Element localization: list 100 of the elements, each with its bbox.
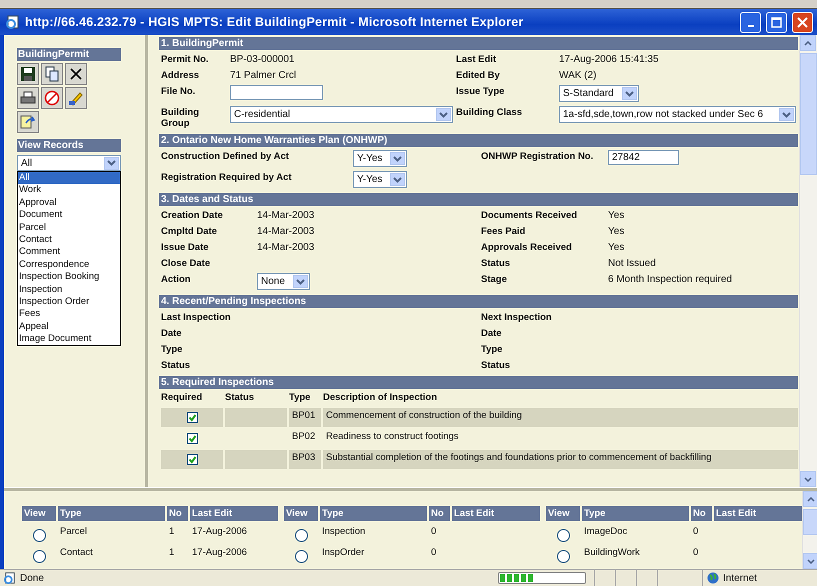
field-value: Yes bbox=[608, 209, 626, 221]
radio-button[interactable] bbox=[295, 550, 308, 563]
field-value: BP-03-000001 bbox=[230, 53, 296, 65]
dropdown-option[interactable]: Inspection Booking bbox=[18, 271, 120, 284]
dropdown-option[interactable]: Fees bbox=[18, 308, 120, 321]
table-cell-text: Inspection bbox=[321, 526, 366, 539]
scrollbar[interactable] bbox=[799, 35, 817, 487]
text-field[interactable] bbox=[230, 85, 323, 100]
field-label: Building Group bbox=[161, 106, 200, 129]
pencil-icon[interactable] bbox=[65, 87, 87, 109]
field-value: Not Issued bbox=[608, 257, 657, 269]
dropdown[interactable]: Y-Yes bbox=[353, 150, 408, 167]
column-header: Required bbox=[161, 392, 204, 405]
table-cell: BP01 bbox=[289, 408, 321, 427]
column-header: View bbox=[22, 506, 56, 521]
dropdown[interactable]: Y-Yes bbox=[353, 171, 408, 188]
field-label: Fees Paid bbox=[481, 225, 526, 237]
table-cell bbox=[225, 450, 287, 469]
field-label: Edited By bbox=[456, 69, 501, 81]
dropdown-option[interactable]: Inspection Order bbox=[18, 296, 120, 308]
status-text: Done bbox=[20, 572, 44, 584]
table-cell-text: Contact bbox=[59, 547, 94, 560]
dropdown-option[interactable]: Approval bbox=[18, 196, 120, 210]
text-field[interactable]: 27842 bbox=[608, 150, 679, 165]
table-cell-text: 0 bbox=[692, 526, 700, 539]
dropdown-option[interactable]: Contact bbox=[18, 234, 120, 246]
field-label: Address bbox=[161, 69, 200, 81]
dropdown-option[interactable]: Inspection bbox=[18, 284, 120, 296]
export-icon[interactable] bbox=[17, 111, 39, 133]
maximize-button[interactable] bbox=[766, 12, 787, 32]
field-label: Date bbox=[481, 327, 503, 339]
table-cell-text: 0 bbox=[430, 547, 438, 560]
dropdown[interactable]: C-residential bbox=[230, 106, 453, 123]
delete-icon[interactable] bbox=[65, 63, 87, 85]
field-label: Creation Date bbox=[161, 209, 224, 221]
section-header: 1. BuildingPermit bbox=[159, 37, 798, 50]
dropdown-option[interactable]: All bbox=[18, 172, 120, 184]
checkbox[interactable] bbox=[186, 412, 198, 423]
field-value: WAK (2) bbox=[559, 69, 598, 81]
table-cell-text: Readiness to construct footings bbox=[325, 430, 460, 444]
scroll-down-icon bbox=[804, 476, 812, 482]
section-header: 4. Recent/Pending Inspections bbox=[159, 295, 798, 308]
scroll-up-icon bbox=[807, 496, 815, 502]
dropdown-option[interactable]: Appeal bbox=[18, 320, 120, 334]
table-cell bbox=[225, 408, 287, 427]
table-cell-text: InspOrder bbox=[321, 547, 366, 560]
close-button[interactable] bbox=[792, 12, 813, 32]
scrollbar[interactable] bbox=[802, 491, 817, 569]
radio-button[interactable] bbox=[295, 529, 308, 542]
radio-button[interactable] bbox=[33, 529, 46, 542]
field-label: Type bbox=[161, 343, 184, 355]
checkbox[interactable] bbox=[186, 454, 198, 465]
checkbox[interactable] bbox=[186, 433, 198, 444]
radio-button[interactable] bbox=[33, 550, 46, 563]
dropdown[interactable]: 1a-sfd,sde,town,row not stacked under Sec 6 bbox=[559, 106, 796, 123]
table-cell-text: 1 bbox=[168, 547, 176, 560]
table-cell: BP03 bbox=[289, 450, 321, 469]
radio-button[interactable] bbox=[557, 550, 570, 563]
dropdown[interactable]: S-Standard bbox=[559, 85, 639, 102]
dropdown-option[interactable]: Parcel bbox=[18, 222, 120, 234]
field-label: Date bbox=[161, 327, 183, 339]
dropdown[interactable]: None bbox=[257, 273, 310, 290]
field-label: Cmpltd Date bbox=[161, 225, 218, 237]
dropdown-option[interactable]: Work bbox=[18, 184, 120, 197]
field-value: 14-Mar-2003 bbox=[257, 209, 316, 221]
browser-page-icon bbox=[4, 572, 16, 584]
field-label: Last Edit bbox=[456, 53, 498, 65]
section-header: 5. Required Inspections bbox=[159, 376, 798, 389]
dropdown[interactable]: All bbox=[17, 155, 121, 171]
field-label: Status bbox=[481, 359, 512, 371]
radio-button[interactable] bbox=[557, 529, 570, 542]
table-cell-text: BuildingWork bbox=[583, 547, 641, 560]
printer-icon[interactable] bbox=[17, 87, 39, 109]
field-value: 6 Month Inspection required bbox=[608, 273, 733, 285]
maximize-icon bbox=[771, 16, 782, 28]
dropdown-option[interactable]: Document bbox=[18, 209, 120, 222]
field-label: Last Inspection bbox=[161, 311, 232, 323]
save-icon[interactable] bbox=[17, 63, 39, 85]
field-value: Yes bbox=[608, 225, 626, 237]
table-cell-text: ImageDoc bbox=[583, 526, 628, 539]
field-label: Stage bbox=[481, 273, 508, 285]
dropdown-option[interactable]: Correspondence bbox=[18, 258, 120, 272]
panel-title: BuildingPermit bbox=[17, 48, 121, 61]
section-header: 2. Ontario New Home Warranties Plan (ONHWP) bbox=[159, 134, 798, 147]
scroll-up-icon bbox=[804, 40, 812, 46]
column-header: Status bbox=[225, 392, 256, 405]
column-header: No bbox=[691, 506, 712, 521]
minimize-button[interactable] bbox=[740, 12, 761, 32]
dropdown-option[interactable]: Comment bbox=[18, 246, 120, 259]
field-value: 14-Mar-2003 bbox=[257, 225, 316, 237]
globe-icon bbox=[707, 572, 719, 584]
column-header: Last Edit bbox=[452, 506, 540, 521]
column-header: Type bbox=[289, 392, 312, 405]
column-header: Type bbox=[582, 506, 689, 521]
field-label: Status bbox=[481, 257, 512, 269]
field-label: ONHWP Registration No. bbox=[481, 150, 594, 162]
window-title: http://66.46.232.79 - HGIS MPTS: Edit BuildingPermit - Microsoft Internet Explorer bbox=[25, 15, 524, 29]
copy-icon[interactable] bbox=[41, 63, 63, 85]
panel-title: View Records bbox=[17, 139, 121, 152]
dropdown-option[interactable]: Image Document bbox=[18, 333, 120, 346]
